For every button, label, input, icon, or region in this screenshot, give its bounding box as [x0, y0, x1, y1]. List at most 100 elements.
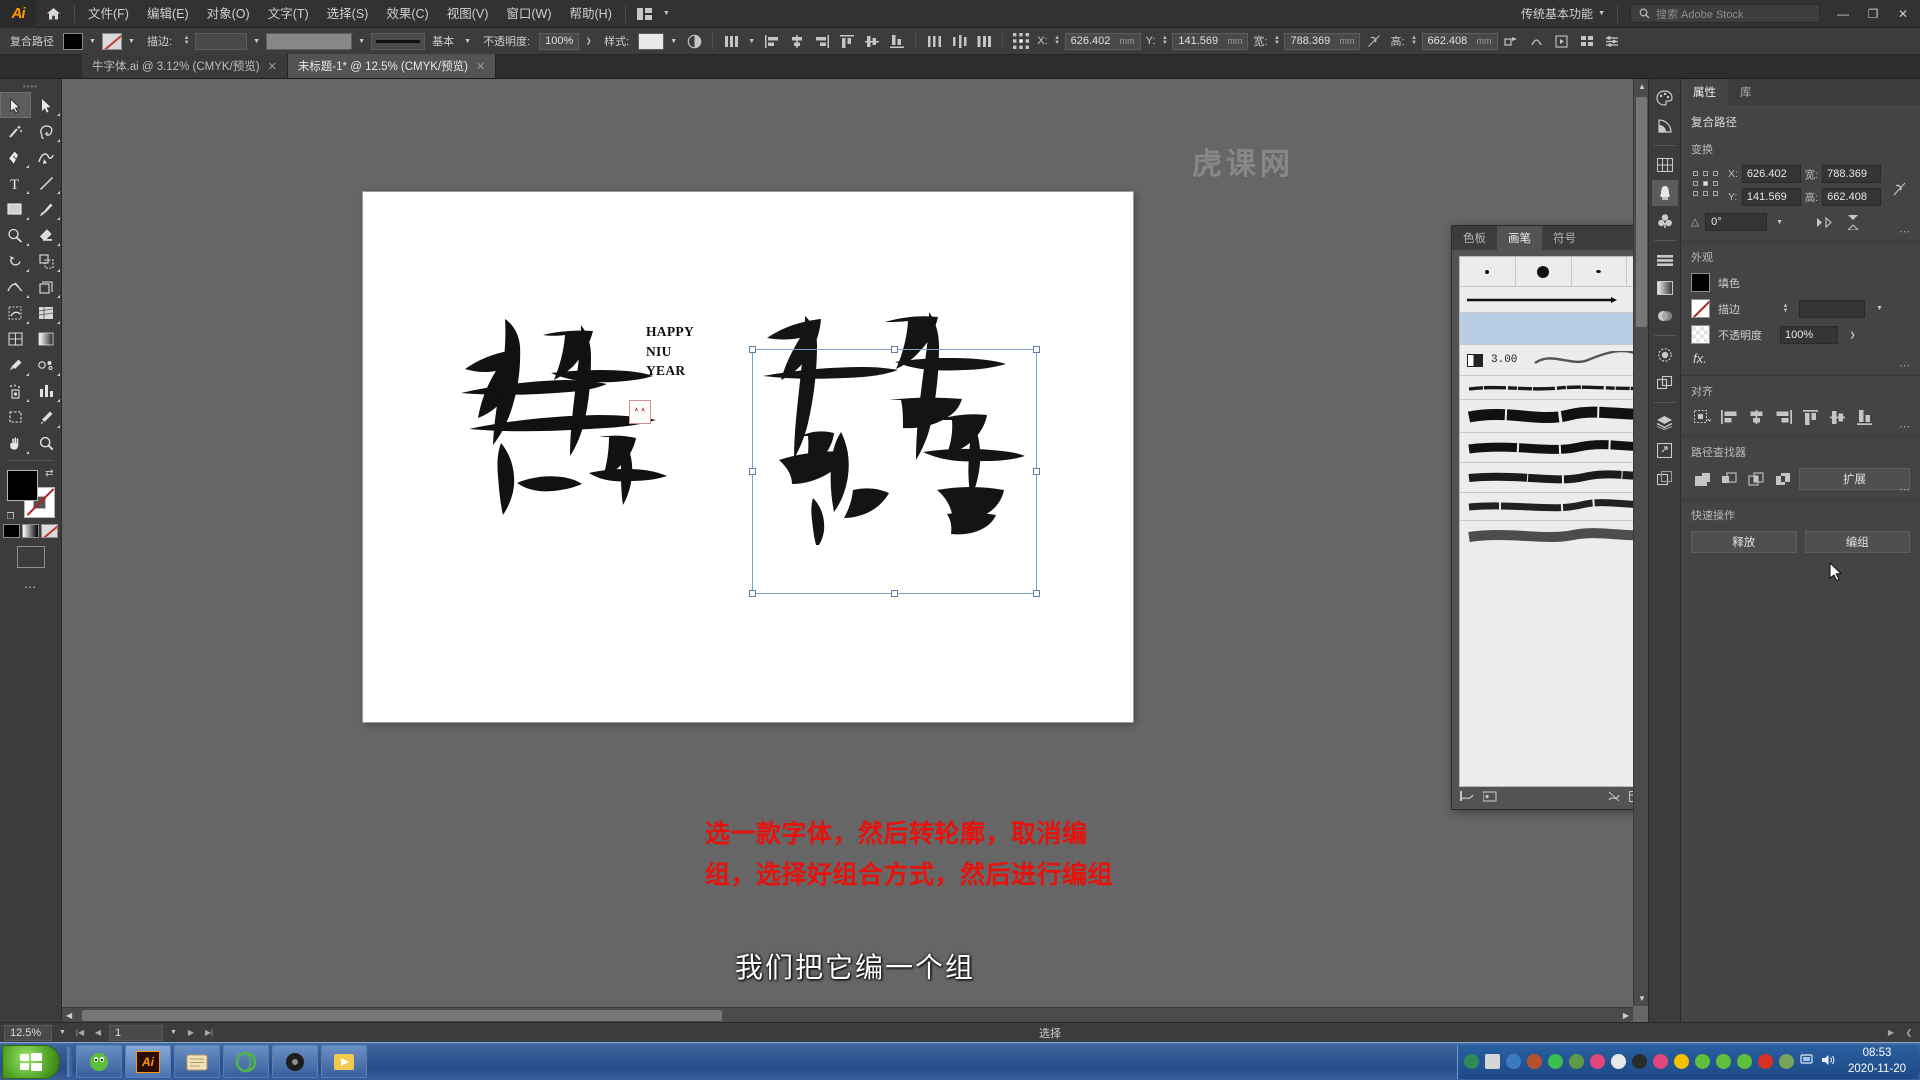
red-annotation-text[interactable]: 选一款字体，然后转轮廓，取消编组，选择好组合方式，然后进行编组 — [705, 814, 1125, 895]
magic-wand-tool[interactable] — [0, 118, 31, 144]
color-button[interactable] — [3, 524, 20, 538]
prop-h-input[interactable]: 662.408 — [1822, 188, 1881, 206]
first-artboard-button[interactable]: |◀ — [73, 1025, 87, 1041]
tray-icon-6[interactable] — [1569, 1054, 1585, 1069]
brush-row-selected[interactable] — [1460, 313, 1648, 345]
align-center-v-icon[interactable] — [861, 31, 883, 51]
flip-horizontal-icon[interactable] — [1814, 212, 1836, 232]
reference-point-selector[interactable] — [1691, 169, 1721, 199]
none-button[interactable] — [41, 524, 58, 538]
align-center-h-icon[interactable] — [1745, 407, 1767, 427]
symbols-panel-icon[interactable] — [1652, 208, 1678, 234]
opacity-chevron-icon[interactable]: ❯ — [582, 33, 595, 50]
prop-x-input[interactable]: 626.402 — [1741, 165, 1801, 183]
rotation-chevron-icon[interactable]: ▼ — [1773, 214, 1786, 231]
artboard-chevron-icon[interactable]: ▼ — [167, 1024, 180, 1041]
brush-row-basic[interactable]: 基本 — [1460, 287, 1648, 313]
menu-select[interactable]: 选择(S) — [318, 0, 378, 28]
tray-icon-11[interactable] — [1758, 1054, 1774, 1069]
canvas-horizontal-scrollbar[interactable]: ◀ ▶ — [62, 1007, 1633, 1022]
color-panel-icon[interactable] — [1652, 85, 1678, 111]
graphic-style-swatch[interactable] — [638, 32, 665, 50]
toolbox-grip[interactable]: •••• — [0, 81, 61, 92]
align-chevron-icon[interactable]: ▼ — [745, 33, 758, 50]
menu-window[interactable]: 窗口(W) — [497, 0, 560, 28]
distribute-center-icon[interactable] — [948, 31, 970, 51]
align-to-selection-icon[interactable] — [1691, 407, 1713, 427]
minus-front-icon[interactable] — [1718, 469, 1740, 489]
status-expand-icon[interactable]: ▶ — [1884, 1025, 1898, 1041]
constrain-proportions-icon[interactable] — [1888, 179, 1910, 199]
zoom-tool[interactable] — [31, 430, 62, 456]
tray-icon-qq-3[interactable] — [1632, 1054, 1648, 1069]
document-setup-icon[interactable] — [1576, 31, 1598, 51]
volume-icon[interactable] — [1821, 1053, 1836, 1070]
align-panel-icon[interactable] — [1652, 247, 1678, 273]
status-mode-label[interactable]: 选择 — [1039, 1025, 1061, 1041]
height-input[interactable]: 662.408 mm — [1421, 32, 1498, 50]
swatches-panel-icon[interactable] — [1652, 152, 1678, 178]
column-graph-tool[interactable] — [31, 378, 62, 404]
height-stepper[interactable]: ▲ ▼ — [1409, 33, 1420, 50]
shape-options-icon[interactable] — [1526, 31, 1548, 51]
stroke-weight-chevron-icon[interactable]: ▼ — [250, 33, 263, 50]
symbol-sprayer-tool[interactable] — [0, 378, 31, 404]
vertical-scroll-thumb[interactable] — [1636, 97, 1647, 327]
menu-type[interactable]: 文字(T) — [259, 0, 318, 28]
menu-help[interactable]: 帮助(H) — [561, 0, 621, 28]
y-input[interactable]: 141.569 mm — [1172, 32, 1249, 50]
align-right-icon[interactable] — [811, 31, 833, 51]
arrange-chevron-icon[interactable]: ▼ — [660, 5, 673, 22]
x-input[interactable]: 626.402 mm — [1064, 32, 1141, 50]
type-tool[interactable]: T — [0, 170, 31, 196]
artwork-right-calligraphy[interactable] — [757, 302, 1040, 545]
screen-mode-button[interactable] — [16, 546, 45, 568]
tray-icon-10[interactable] — [1737, 1054, 1753, 1069]
next-artboard-button[interactable]: ▶ — [184, 1025, 198, 1041]
selection-tool[interactable] — [0, 92, 31, 118]
close-icon[interactable]: ✕ — [268, 60, 277, 73]
tray-icon-7[interactable] — [1674, 1054, 1690, 1069]
curvature-tool[interactable] — [31, 144, 62, 170]
appearance-more-options[interactable]: ⋯ — [1899, 359, 1911, 372]
color-guide-icon[interactable] — [1652, 113, 1678, 139]
tray-icon-5[interactable] — [1548, 1054, 1564, 1069]
exclude-icon[interactable] — [1772, 469, 1794, 489]
stroke-profile-select[interactable] — [266, 32, 353, 50]
free-transform-tool[interactable] — [31, 274, 62, 300]
tray-icon-qq-4[interactable] — [1653, 1054, 1669, 1069]
x-stepper[interactable]: ▲ ▼ — [1052, 33, 1063, 50]
constrain-proportions-icon[interactable] — [1363, 31, 1385, 51]
align-top-icon[interactable] — [1799, 407, 1821, 427]
happy-niu-year-text[interactable]: HAPPY NIU YEAR — [646, 322, 694, 381]
direct-selection-tool[interactable] — [31, 92, 62, 118]
remove-brush-stroke-icon[interactable] — [1608, 791, 1620, 805]
reference-point-selector[interactable] — [1010, 31, 1032, 51]
brush-row-art-1[interactable] — [1460, 376, 1648, 400]
brush-definition-preview[interactable] — [371, 32, 426, 50]
brush-row-art-4[interactable] — [1460, 463, 1648, 493]
arrange-documents-icon[interactable] — [630, 0, 660, 28]
shape-builder-tool[interactable] — [0, 300, 31, 326]
gradient-panel-icon[interactable] — [1652, 275, 1678, 301]
style-chevron-icon[interactable]: ▼ — [667, 33, 680, 50]
stroke-weight-chevron-icon[interactable]: ▼ — [1873, 300, 1886, 317]
align-top-icon[interactable] — [836, 31, 858, 51]
width-stepper[interactable]: ▲ ▼ — [1271, 33, 1282, 50]
stock-search-input[interactable]: 搜索 Adobe Stock — [1630, 4, 1820, 23]
asset-export-icon[interactable] — [1652, 465, 1678, 491]
align-right-icon[interactable] — [1772, 407, 1794, 427]
opacity-input[interactable]: 100% — [539, 32, 580, 50]
perspective-grid-tool[interactable] — [31, 300, 62, 326]
window-minimize-button[interactable]: — — [1828, 0, 1858, 28]
status-collapse-icon[interactable]: ❮ — [1902, 1025, 1916, 1041]
network-icon[interactable] — [1800, 1053, 1815, 1070]
slice-tool[interactable] — [31, 404, 62, 430]
hand-tool[interactable] — [0, 430, 31, 456]
taskbar-item-media[interactable] — [272, 1045, 318, 1078]
start-button[interactable] — [2, 1044, 60, 1079]
expand-button[interactable]: 扩展 — [1799, 468, 1910, 490]
brushes-floating-panel[interactable]: 色板 画笔 符号 » ☰ — [1451, 225, 1648, 810]
tab-swatches[interactable]: 色板 — [1452, 226, 1497, 250]
width-input[interactable]: 788.369 mm — [1284, 32, 1361, 50]
